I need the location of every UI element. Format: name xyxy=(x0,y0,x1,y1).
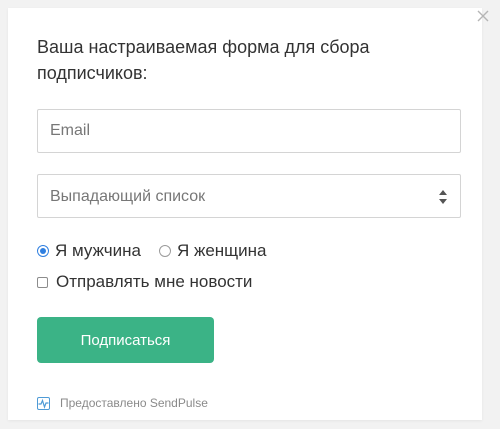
radio-option-female[interactable]: Я женщина xyxy=(158,241,267,261)
powered-by-link[interactable]: Предоставлено SendPulse xyxy=(60,396,208,410)
subscribe-button[interactable]: Подписаться xyxy=(37,317,214,363)
radio-label-male: Я мужчина xyxy=(55,241,141,260)
sendpulse-logo-icon xyxy=(37,396,50,410)
close-icon[interactable] xyxy=(475,8,491,24)
sort-arrows-icon xyxy=(438,189,448,205)
radio-button-female[interactable] xyxy=(158,245,171,257)
radio-option-male[interactable]: Я мужчина xyxy=(37,241,141,261)
newsletter-checkbox-row[interactable]: Отправлять мне новости xyxy=(37,271,252,293)
email-input[interactable] xyxy=(38,110,460,152)
powered-by-footer: Предоставлено SendPulse xyxy=(37,395,208,411)
form-title: Ваша настраиваемая форма для сбора подпи… xyxy=(37,37,370,83)
page: Ваша настраиваемая форма для сбора подпи… xyxy=(0,0,500,429)
email-field[interactable] xyxy=(37,109,461,153)
radio-label-female: Я женщина xyxy=(176,241,267,260)
newsletter-checkbox[interactable] xyxy=(37,276,48,288)
dropdown-select-value: Выпадающий список xyxy=(50,188,206,205)
gender-radio-group: Я мужчина Я женщина xyxy=(37,240,285,262)
newsletter-checkbox-label: Отправлять мне новости xyxy=(56,272,253,291)
radio-button-male[interactable] xyxy=(37,245,49,257)
dropdown-select[interactable]: Выпадающий список xyxy=(37,174,461,218)
